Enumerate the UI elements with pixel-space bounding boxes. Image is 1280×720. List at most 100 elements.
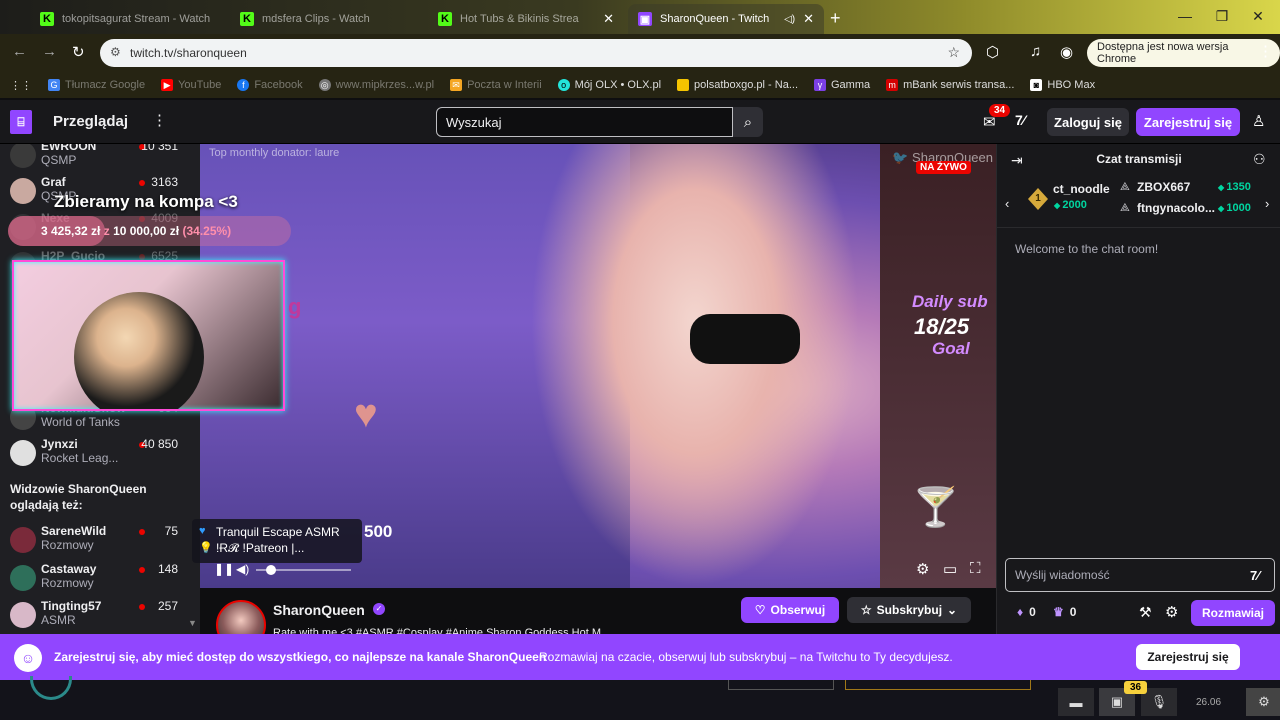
bookmark-item[interactable]: f Facebook bbox=[237, 79, 303, 91]
site-info-icon[interactable]: ⚙ bbox=[110, 45, 121, 59]
chat-send-button[interactable]: Rozmawiaj bbox=[1191, 600, 1275, 626]
bookmark-item[interactable]: ✉ Poczta w Interii bbox=[450, 79, 542, 91]
scroll-down-icon[interactable]: ▼ bbox=[188, 618, 197, 628]
browse-link[interactable]: Przeglądaj bbox=[53, 113, 128, 130]
volume-slider-knob[interactable] bbox=[266, 565, 276, 575]
subscribe-button[interactable]: ☆ Subskrybuj ⌄ bbox=[847, 597, 971, 623]
user-icon[interactable]: ♙ bbox=[1252, 112, 1265, 130]
chat-welcome-message: Welcome to the chat room! bbox=[1015, 242, 1159, 256]
settings-gear-icon[interactable]: ⚙ bbox=[916, 560, 929, 578]
live-dot bbox=[139, 529, 145, 535]
chevron-left-icon[interactable]: ‹ bbox=[1005, 196, 1009, 211]
chat-identity-icon[interactable]: ⚒ bbox=[1139, 604, 1152, 621]
leaderboard-name[interactable]: ct_noodle bbox=[1053, 182, 1110, 196]
theatre-mode-icon[interactable]: ▭ bbox=[943, 560, 957, 578]
points-value: 0 bbox=[1029, 605, 1036, 619]
chat-panel: Czat transmisji ⇥ ⚇ ‹ 1 ct_noodle 2000 ⟁… bbox=[996, 144, 1280, 634]
pause-icon[interactable]: ❚❚ bbox=[214, 562, 234, 576]
apps-grid-icon[interactable]: ⋮⋮ bbox=[10, 79, 32, 92]
bookmark-item[interactable]: o Mój OLX • OLX.pl bbox=[557, 79, 661, 91]
taskbar-placeholder bbox=[728, 680, 834, 690]
browser-tab[interactable]: K mdsfera Clips - Watch bbox=[230, 4, 425, 34]
stream-title: Rate with me <3 #ASMR #Cosplay #Anime Sh… bbox=[273, 627, 611, 634]
first-place-medal-icon: 1 bbox=[1028, 188, 1048, 210]
facebook-icon: f bbox=[237, 79, 250, 91]
new-tab-icon[interactable]: + bbox=[830, 8, 841, 29]
extension-icon[interactable]: ⬡ bbox=[986, 43, 999, 61]
collapse-chat-icon[interactable]: ⇥ bbox=[1011, 152, 1023, 169]
leaderboard-name[interactable]: ftngynacolo... bbox=[1137, 201, 1215, 215]
close-tab-icon[interactable]: ✕ bbox=[803, 11, 814, 27]
twitch-logo-icon[interactable]: ⌸ bbox=[10, 110, 32, 134]
banner-signup-button[interactable]: Zarejestruj się bbox=[1136, 644, 1240, 670]
avatar bbox=[10, 178, 36, 204]
chrome-update-chip[interactable]: Dostępna jest nowa wersja Chrome bbox=[1087, 39, 1280, 67]
back-icon[interactable]: ← bbox=[12, 43, 27, 60]
audio-playing-icon[interactable]: ◁) bbox=[784, 14, 795, 25]
tab-label: tokopitsagurat Stream - Watch bbox=[62, 13, 211, 25]
bookmark-item[interactable]: G Tłumacz Google bbox=[48, 79, 145, 91]
chat-message-input[interactable] bbox=[1005, 558, 1275, 592]
now-playing-widget: ♥ Tranquil Escape ASMR 💡 !Ɍ𝓡 !Patreon |.… bbox=[192, 519, 362, 563]
chat-settings-icon[interactable]: ⚙ bbox=[1165, 603, 1178, 621]
bookmark-item[interactable]: γ Gamma bbox=[814, 79, 870, 91]
search-icon[interactable]: ⌕ bbox=[733, 107, 763, 137]
channel-points[interactable]: ♦ 0 bbox=[1017, 605, 1036, 619]
channel-name[interactable]: SharonQueen bbox=[273, 602, 365, 618]
heart-decoration-icon: ♥ bbox=[354, 392, 378, 436]
minimize-icon[interactable]: — bbox=[1175, 8, 1195, 24]
bookmark-item[interactable]: ◙ HBO Max bbox=[1030, 79, 1095, 91]
more-options-icon[interactable]: ⋮ bbox=[152, 111, 167, 129]
close-window-icon[interactable]: ✕ bbox=[1248, 8, 1268, 25]
address-bar[interactable]: ⚙ twitch.tv/sharonqueen ☆ bbox=[100, 39, 972, 67]
overlay-glyph: g bbox=[288, 294, 302, 319]
channel-name: Graf bbox=[41, 175, 66, 189]
fundraiser-percent: (34.25%) bbox=[182, 224, 232, 238]
sidebar-channel[interactable]: Tingting57 ASMR 257 bbox=[0, 598, 200, 634]
fullscreen-icon[interactable]: ⛶ bbox=[970, 560, 981, 577]
login-button[interactable]: Zaloguj się bbox=[1047, 108, 1129, 136]
emote-picker-icon[interactable]: 7⁄ bbox=[1250, 568, 1259, 583]
sidebar-channel[interactable]: Castaway Rozmowy 148 bbox=[0, 561, 200, 597]
bookmark-item[interactable]: ◎ www.mipkrzes...w.pl bbox=[318, 79, 434, 91]
browser-menu-icon[interactable]: ⋮ bbox=[1258, 42, 1273, 60]
settings-gear-icon[interactable]: ⚙ bbox=[1246, 688, 1280, 716]
sidebar-channel[interactable]: Jynxzi Rocket Leag... 40 850 bbox=[0, 436, 200, 472]
profile-avatar-icon[interactable]: ◉ bbox=[1060, 43, 1073, 61]
sidebar-channel[interactable]: SareneWild Rozmowy 75 bbox=[0, 523, 200, 559]
bookmark-item[interactable]: m mBank serwis transa... bbox=[886, 79, 1014, 91]
leaderboard-points: 1350 bbox=[1218, 181, 1250, 193]
follow-button[interactable]: ♡ Obserwuj bbox=[741, 597, 839, 623]
olx-icon: o bbox=[557, 79, 570, 91]
signup-button[interactable]: Zarejestruj się bbox=[1136, 108, 1240, 136]
reload-icon[interactable]: ↻ bbox=[72, 43, 85, 61]
verified-icon: ✓ bbox=[373, 603, 385, 615]
channel-rewards[interactable]: ♛ 0 bbox=[1053, 605, 1076, 619]
live-badge: NA ŻYWO bbox=[916, 161, 971, 174]
search-input[interactable] bbox=[436, 107, 733, 137]
bookmark-star-icon[interactable]: ☆ bbox=[947, 44, 960, 61]
bookmark-item[interactable]: ▶ YouTube bbox=[161, 79, 221, 91]
bookmark-item[interactable]: polsatboxgo.pl - Na... bbox=[677, 79, 798, 91]
browser-tab[interactable]: K tokopitsagurat Stream - Watch bbox=[30, 4, 226, 34]
browser-tab-active[interactable]: ▣ SharonQueen - Twitch ◁) ✕ bbox=[628, 4, 824, 34]
prime-crown-icon[interactable]: 7⁄ bbox=[1015, 112, 1025, 128]
forward-icon[interactable]: → bbox=[42, 43, 57, 60]
close-tab-icon[interactable]: ✕ bbox=[603, 11, 614, 27]
now-playing-title: Tranquil Escape ASMR bbox=[216, 525, 340, 539]
leaderboard-name[interactable]: ZBOX667 bbox=[1137, 180, 1190, 194]
media-control-icon[interactable]: ♫ bbox=[1030, 43, 1041, 60]
volume-icon[interactable]: ◀) bbox=[236, 562, 249, 576]
chat-bubble-icon[interactable]: ▬ bbox=[1058, 688, 1094, 716]
polsatbox-icon bbox=[677, 79, 690, 91]
chevron-right-icon[interactable]: › bbox=[1265, 196, 1269, 211]
sub-goal-title: Daily sub bbox=[912, 292, 988, 311]
browser-tab[interactable]: K Hot Tubs & Bikinis Strea ✕ bbox=[428, 4, 624, 34]
community-icon[interactable]: ⚇ bbox=[1253, 151, 1266, 168]
leaderboard-points: 2000 bbox=[1054, 199, 1086, 211]
star-icon: ☆ bbox=[860, 603, 872, 617]
viewer-count: 3163 bbox=[151, 175, 178, 189]
sidebar-channel[interactable]: EWROON QSMP 10 351 bbox=[0, 144, 200, 174]
webcam-subject bbox=[74, 292, 204, 409]
maximize-icon[interactable]: ❐ bbox=[1212, 8, 1232, 25]
